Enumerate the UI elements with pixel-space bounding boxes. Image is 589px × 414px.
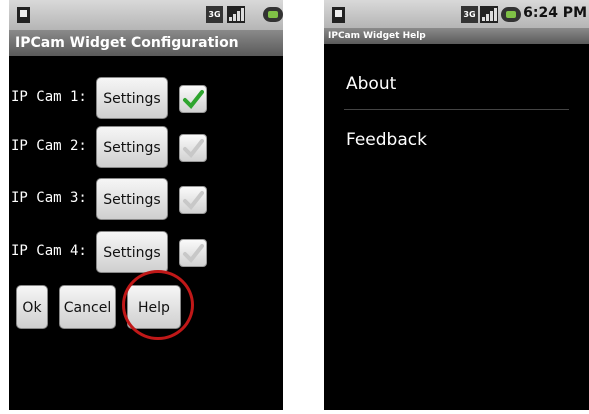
clock: 6:24 PM [523,5,587,21]
sd-card-icon [332,7,345,23]
3g-icon: 3G [206,6,223,23]
feedback-menu-item[interactable]: Feedback [346,130,427,150]
signal-icon [227,6,245,23]
cam-label: IP Cam 4: [11,243,87,259]
cam-1-checkbox[interactable] [179,85,207,113]
cam-2-checkbox[interactable] [179,134,207,162]
checkmark-icon [183,191,204,211]
menu-divider [344,109,569,110]
cam-label: IP Cam 3: [11,190,87,206]
cam-4-settings-button[interactable]: Settings [96,231,168,273]
checkmark-icon [183,139,204,159]
battery-icon [501,7,521,22]
battery-icon [263,7,283,22]
cam-2-settings-button[interactable]: Settings [96,126,168,168]
checkmark-icon [183,244,204,264]
help-screen: 3G 6:24 PM IPCam Widget Help About Feedb… [324,0,589,410]
cam-label: IP Cam 2: [11,138,87,154]
3g-icon: 3G [461,6,478,23]
about-menu-item[interactable]: About [346,74,396,94]
help-highlight-circle [122,270,194,340]
ok-button[interactable]: Ok [16,285,48,329]
sd-card-icon [17,7,30,23]
cam-1-settings-button[interactable]: Settings [96,77,168,119]
cam-4-checkbox[interactable] [179,239,207,267]
help-title: IPCam Widget Help [324,28,589,44]
cam-label: IP Cam 1: [11,89,87,105]
cam-3-settings-button[interactable]: Settings [96,178,168,220]
signal-icon [480,6,498,23]
config-screen: 3G IPCam Widget Configuration IP Cam 1: … [9,0,283,410]
cancel-button[interactable]: Cancel [59,285,116,329]
cam-3-checkbox[interactable] [179,186,207,214]
checkmark-icon [183,90,204,110]
status-bar: 3G [9,0,283,30]
status-bar: 3G 6:24 PM [324,0,589,28]
config-title: IPCam Widget Configuration [9,30,283,56]
